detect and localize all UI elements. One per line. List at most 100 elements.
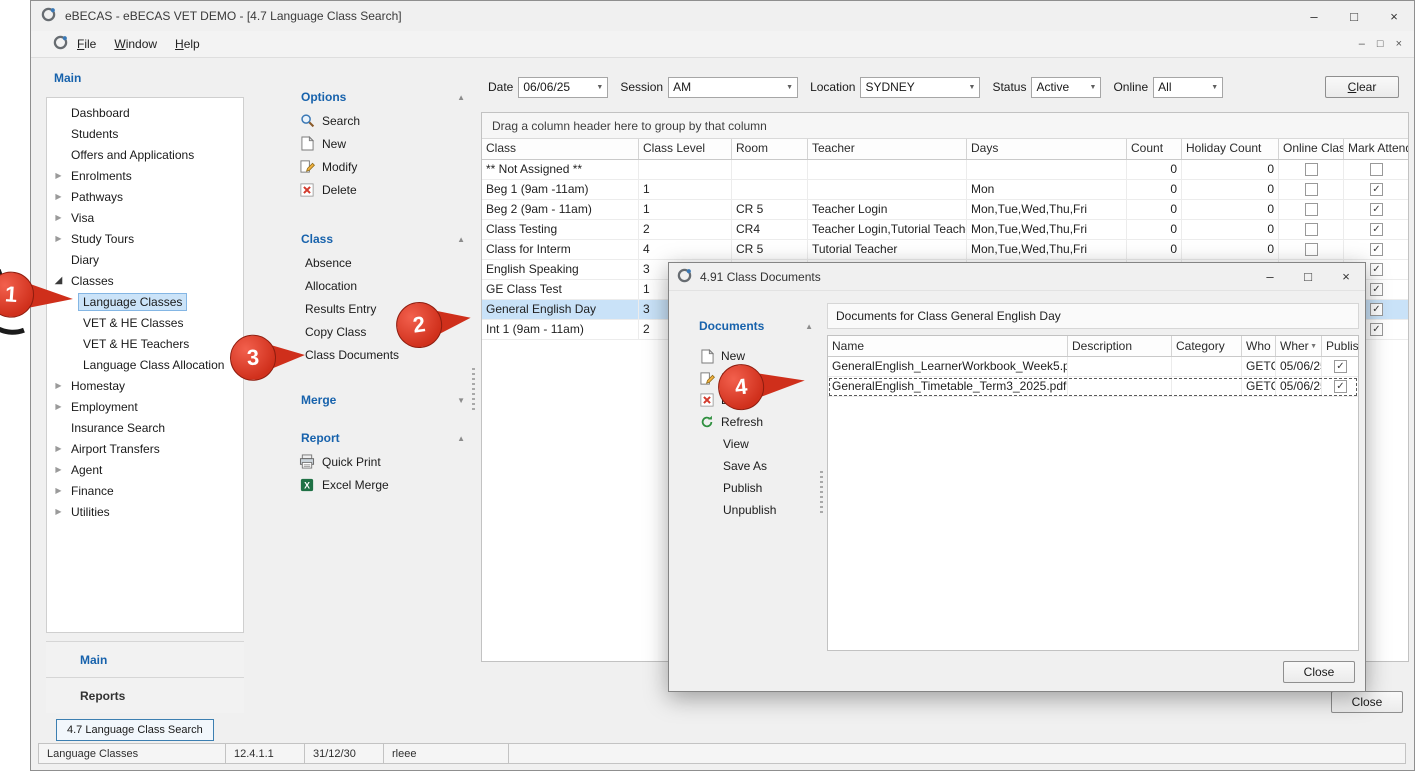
column-header-teacher[interactable]: Teacher <box>808 139 967 159</box>
expand-arrow-icon[interactable]: ▶ <box>52 444 65 453</box>
column-header-who[interactable]: Who <box>1242 336 1276 356</box>
column-header-days[interactable]: Days <box>967 139 1127 159</box>
mark-checkbox[interactable] <box>1370 163 1383 176</box>
mark-checkbox[interactable]: ✓ <box>1370 223 1383 236</box>
column-header-wher[interactable]: Wher▼ <box>1276 336 1322 356</box>
chevron-down-icon[interactable]: ▼ <box>1085 84 1100 91</box>
expand-arrow-icon[interactable]: ▼ <box>457 396 465 405</box>
sidebar-item-airport-transfers[interactable]: ▶Airport Transfers <box>47 438 243 459</box>
expand-arrow-icon[interactable]: ▶ <box>52 402 65 411</box>
column-header-name[interactable]: Name <box>828 336 1068 356</box>
group-header-options[interactable]: Options▲ <box>249 85 477 109</box>
dialog-close-button[interactable]: Close <box>1283 661 1355 683</box>
sidebar-item-homestay[interactable]: ▶Homestay <box>47 375 243 396</box>
dialog-action-view[interactable]: View <box>699 433 819 455</box>
column-header-class[interactable]: Class <box>482 139 639 159</box>
sidebar-item-pathways[interactable]: ▶Pathways <box>47 186 243 207</box>
close-button[interactable]: × <box>1374 1 1414 31</box>
dialog-action-delete[interactable]: Delete <box>699 389 819 411</box>
column-header-count[interactable]: Count <box>1127 139 1182 159</box>
date-input[interactable]: 06/06/25 ▼ <box>518 77 608 98</box>
column-header-category[interactable]: Category <box>1172 336 1242 356</box>
sidebar-item-insurance-search[interactable]: Insurance Search <box>47 417 243 438</box>
sidebar-item-dashboard[interactable]: Dashboard <box>47 102 243 123</box>
document-row[interactable]: GeneralEnglish_Timetable_Term3_2025.pdfG… <box>828 377 1358 397</box>
action-quick-print[interactable]: Quick Print <box>249 450 477 473</box>
expand-arrow-icon[interactable]: ▶ <box>52 507 65 516</box>
nav-group-reports[interactable]: Reports <box>46 677 244 713</box>
column-header-mark-attend[interactable]: Mark Attend <box>1344 139 1409 159</box>
collapse-arrow-icon[interactable]: ▲ <box>457 434 465 443</box>
sidebar-item-offers-and-applications[interactable]: Offers and Applications <box>47 144 243 165</box>
sidebar-item-enrolments[interactable]: ▶Enrolments <box>47 165 243 186</box>
chevron-down-icon[interactable]: ▼ <box>782 84 797 91</box>
nav-group-main[interactable]: Main <box>46 641 244 677</box>
menu-file[interactable]: File <box>68 34 105 54</box>
mark-checkbox[interactable]: ✓ <box>1370 203 1383 216</box>
table-row[interactable]: Class Testing2CR4Teacher Login,Tutorial … <box>482 220 1408 240</box>
clear-button[interactable]: Clear <box>1325 76 1399 98</box>
chevron-down-icon[interactable]: ▼ <box>1207 84 1222 91</box>
action-delete[interactable]: Delete <box>249 178 477 201</box>
column-header-online-class[interactable]: Online Class <box>1279 139 1344 159</box>
sidebar-item-utilities[interactable]: ▶Utilities <box>47 501 243 522</box>
dialog-action-save-as[interactable]: Save As <box>699 455 819 477</box>
mdi-close-button[interactable]: × <box>1396 38 1402 50</box>
menu-help[interactable]: Help <box>166 34 209 54</box>
tab-language-class-search[interactable]: 4.7 Language Class Search <box>56 719 214 741</box>
mark-checkbox[interactable]: ✓ <box>1370 283 1383 296</box>
action-excel-merge[interactable]: XExcel Merge <box>249 473 477 496</box>
online-checkbox[interactable] <box>1305 163 1318 176</box>
expand-arrow-icon[interactable]: ▶ <box>52 171 65 180</box>
expand-arrow-icon[interactable]: ▶ <box>52 234 65 243</box>
sidebar-item-classes[interactable]: ◢Classes <box>47 270 243 291</box>
dialog-action-publish[interactable]: Publish <box>699 477 819 499</box>
sidebar-item-language-classes[interactable]: Language Classes <box>47 291 243 312</box>
action-class-documents[interactable]: Class Documents <box>249 343 477 366</box>
online-checkbox[interactable] <box>1305 203 1318 216</box>
sidebar-item-finance[interactable]: ▶Finance <box>47 480 243 501</box>
sidebar-item-language-class-allocation[interactable]: Language Class Allocation <box>47 354 243 375</box>
panel-splitter[interactable] <box>469 67 479 713</box>
mdi-minimize-button[interactable]: – <box>1359 38 1365 50</box>
location-select[interactable]: SYDNEY ▼ <box>860 77 980 98</box>
expand-arrow-icon[interactable]: ▶ <box>52 465 65 474</box>
sidebar-item-employment[interactable]: ▶Employment <box>47 396 243 417</box>
collapse-arrow-icon[interactable]: ▲ <box>457 93 465 102</box>
sidebar-item-agent[interactable]: ▶Agent <box>47 459 243 480</box>
column-header-room[interactable]: Room <box>732 139 808 159</box>
mark-checkbox[interactable]: ✓ <box>1370 303 1383 316</box>
mark-checkbox[interactable]: ✓ <box>1370 323 1383 336</box>
table-row[interactable]: Beg 2 (9am - 11am)1CR 5Teacher LoginMon,… <box>482 200 1408 220</box>
action-modify[interactable]: Modify <box>249 155 477 178</box>
group-header-merge[interactable]: Merge▼ <box>249 388 477 412</box>
sidebar-item-diary[interactable]: Diary <box>47 249 243 270</box>
collapse-arrow-icon[interactable]: ◢ <box>52 275 65 286</box>
dialog-minimize-button[interactable]: – <box>1251 263 1289 290</box>
action-allocation[interactable]: Allocation <box>249 274 477 297</box>
filter-arrow-icon[interactable]: ▼ <box>1310 343 1317 350</box>
dialog-action-modify[interactable]: Modify <box>699 367 819 389</box>
documents-group-header[interactable]: Documents ▲ <box>699 319 813 333</box>
group-header-report[interactable]: Report▲ <box>249 426 477 450</box>
sidebar-item-vet-he-teachers[interactable]: VET & HE Teachers <box>47 333 243 354</box>
action-copy-class[interactable]: Copy Class <box>249 320 477 343</box>
action-search[interactable]: Search <box>249 109 477 132</box>
minimize-button[interactable]: – <box>1294 1 1334 31</box>
expand-arrow-icon[interactable]: ▶ <box>52 486 65 495</box>
maximize-button[interactable]: □ <box>1334 1 1374 31</box>
column-header-publish[interactable]: Publish <box>1322 336 1359 356</box>
expand-arrow-icon[interactable]: ▶ <box>52 213 65 222</box>
expand-arrow-icon[interactable]: ▶ <box>52 192 65 201</box>
action-results-entry[interactable]: Results Entry <box>249 297 477 320</box>
online-select[interactable]: All ▼ <box>1153 77 1223 98</box>
chevron-down-icon[interactable]: ▼ <box>964 84 979 91</box>
mdi-restore-button[interactable]: □ <box>1377 38 1384 50</box>
dialog-close-icon[interactable]: × <box>1327 263 1365 290</box>
collapse-arrow-icon[interactable]: ▲ <box>457 235 465 244</box>
dialog-action-unpublish[interactable]: Unpublish <box>699 499 819 521</box>
column-header-holiday-count[interactable]: Holiday Count <box>1182 139 1279 159</box>
dialog-action-refresh[interactable]: Refresh <box>699 411 819 433</box>
mark-checkbox[interactable]: ✓ <box>1370 263 1383 276</box>
table-row[interactable]: Beg 1 (9am -11am)1Mon00✓ <box>482 180 1408 200</box>
